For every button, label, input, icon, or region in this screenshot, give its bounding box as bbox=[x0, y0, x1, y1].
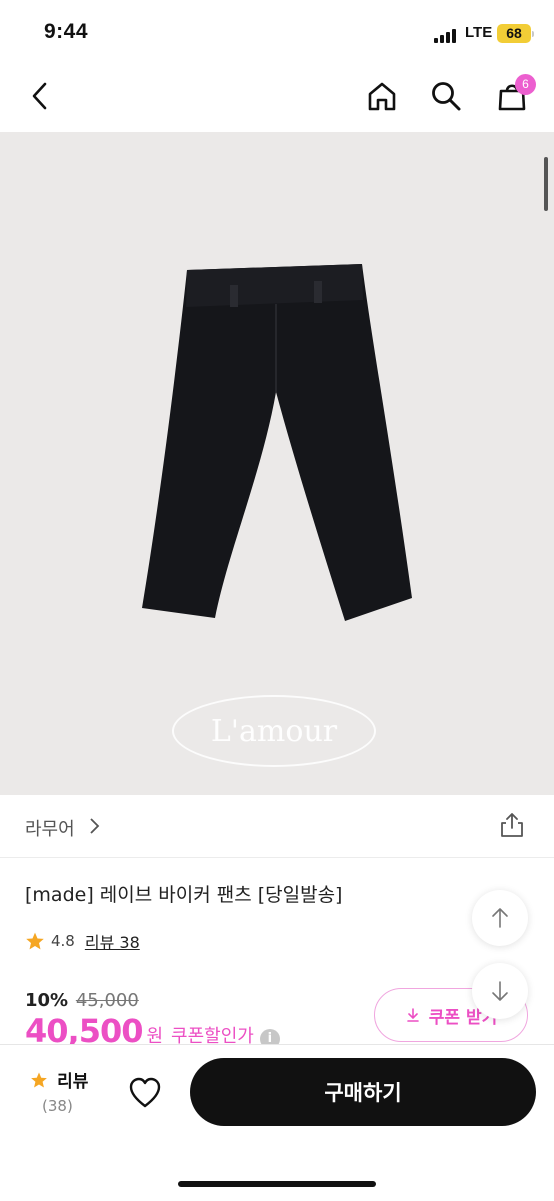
scroll-top-button[interactable] bbox=[472, 890, 528, 946]
product-image[interactable]: L'amour bbox=[0, 132, 554, 795]
network-type: LTE bbox=[465, 24, 493, 41]
original-price: 45,000 bbox=[75, 990, 139, 1011]
heart-icon[interactable] bbox=[125, 1073, 165, 1113]
review-summary[interactable]: 리뷰 (38) bbox=[30, 1067, 90, 1115]
home-indicator bbox=[178, 1181, 376, 1187]
rating-row: 4.8 리뷰 38 bbox=[25, 929, 140, 953]
star-icon bbox=[31, 1072, 47, 1088]
chevron-right-icon bbox=[88, 817, 100, 839]
seller-row[interactable]: 라무어 bbox=[0, 795, 554, 858]
arrow-down-icon bbox=[492, 981, 508, 1001]
battery-cap bbox=[532, 31, 534, 37]
buy-button[interactable]: 구매하기 bbox=[190, 1058, 536, 1126]
discount-rate: 10% bbox=[25, 990, 69, 1011]
battery-icon: 68 bbox=[497, 24, 531, 43]
image-scrollbar[interactable] bbox=[544, 157, 548, 211]
home-icon[interactable] bbox=[362, 76, 402, 116]
rating-score: 4.8 bbox=[51, 932, 75, 950]
bottom-action-bar: 리뷰 (38) 구매하기 bbox=[0, 1044, 554, 1201]
download-icon bbox=[406, 1008, 419, 1022]
back-icon[interactable] bbox=[20, 76, 60, 116]
scroll-bottom-button[interactable] bbox=[472, 963, 528, 1019]
brand-watermark: L'amour bbox=[172, 695, 376, 767]
review-label: 리뷰 bbox=[57, 1072, 89, 1092]
star-icon bbox=[26, 932, 44, 950]
seller-name[interactable]: 라무어 bbox=[25, 815, 75, 841]
share-icon[interactable] bbox=[498, 811, 526, 839]
arrow-up-icon bbox=[492, 908, 508, 928]
status-bar: 9:44 LTE 68 bbox=[0, 0, 554, 62]
cart-count-badge: 6 bbox=[515, 74, 536, 95]
review-link[interactable]: 리뷰 38 bbox=[85, 929, 140, 953]
discount-row: 10% 45,000 bbox=[25, 990, 139, 1011]
signal-icon bbox=[434, 27, 460, 43]
top-nav bbox=[0, 62, 554, 132]
search-icon[interactable] bbox=[426, 76, 466, 116]
status-time: 9:44 bbox=[44, 20, 89, 43]
product-title: [made] 레이브 바이커 팬츠 [당일발송] bbox=[25, 884, 343, 906]
review-count: (38) bbox=[42, 1097, 73, 1115]
